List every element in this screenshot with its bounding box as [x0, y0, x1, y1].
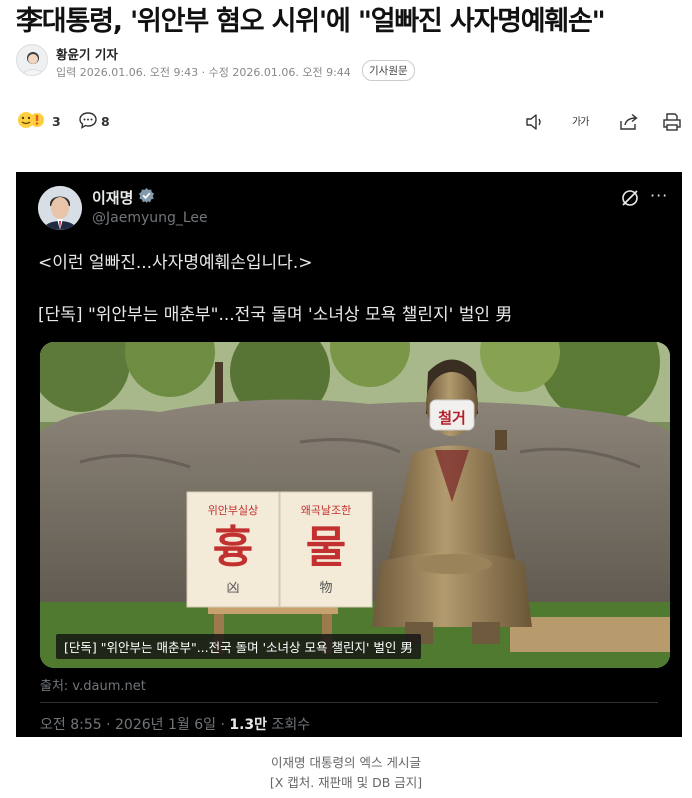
link-source[interactable]: 출처: v.daum.net — [40, 675, 146, 694]
reaction-button[interactable]: 3 — [16, 110, 61, 133]
verified-badge-icon — [138, 187, 155, 208]
tweet-author-name[interactable]: 이재명 — [92, 187, 155, 208]
tweet-meta: 오전 8:55 · 2026년 1월 6일 · 1.3만 조회수 — [40, 717, 311, 733]
sign-right-big: 물 — [306, 522, 346, 573]
tweet-author-handle[interactable]: @Jaemyung_Lee — [92, 210, 208, 226]
original-article-button[interactable]: 기사원문 — [362, 60, 415, 81]
more-options-icon[interactable]: ··· — [650, 186, 668, 205]
image-caption-line1: 이재명 대통령의 엑스 게시글 — [271, 755, 421, 770]
tweet-link-card-image[interactable]: 위안부실상 흉 凶 왜곡날조한 물 物 철거 [단독] "위안부는 매춘부"..… — [40, 342, 670, 668]
sign-left-hanja: 凶 — [226, 581, 239, 596]
comment-count: 8 — [101, 114, 110, 129]
tweet-date[interactable]: 2026년 1월 6일 — [115, 717, 216, 733]
share-icon[interactable] — [618, 112, 640, 136]
reporter-avatar[interactable] — [16, 44, 48, 76]
font-size-label: 가가 — [572, 117, 589, 128]
sign-left-top: 위안부실상 — [208, 504, 259, 517]
image-caption-bar: [단독] "위안부는 매춘부"...전국 돌며 '소녀상 모욕 챌린지' 벌인 … — [56, 634, 421, 659]
divider — [40, 702, 658, 703]
tweet-time[interactable]: 오전 8:55 — [40, 717, 102, 733]
reaction-count: 3 — [52, 114, 61, 129]
tweet-text-line1: <이런 얼빠진...사자명예훼손입니다.> — [38, 253, 313, 273]
tweet-text-line2: [단독] "위안부는 매춘부"...전국 돌며 '소녀상 모욕 챌린지' 벌인 … — [38, 305, 513, 325]
article-headline: 李대통령, '위안부 혐오 시위'에 "얼빠진 사자명예훼손" — [16, 6, 606, 37]
byline: 황윤기 기자 입력 2026.01.06. 오전 9:43 · 수정 2026.… — [16, 44, 676, 84]
font-size-icon[interactable]: 가가 — [572, 113, 589, 129]
sign-right-top: 왜곡날조한 — [301, 504, 352, 517]
tweet-views-label: 조회수 — [271, 717, 311, 733]
image-caption-line2: [X 캡처. 재판매 및 DB 금지] — [269, 775, 423, 790]
comment-button[interactable]: 8 — [78, 110, 110, 133]
article-action-bar: 3 8 가가 — [16, 110, 684, 136]
embedded-x-post[interactable]: 이재명 @Jaemyung_Lee ··· <이런 얼빠진...사자명예훼손입니… — [16, 172, 682, 737]
comment-icon — [78, 110, 98, 133]
tweet-author-avatar[interactable] — [38, 186, 82, 230]
grok-icon[interactable] — [620, 188, 640, 212]
article-dates: 입력 2026.01.06. 오전 9:43 · 수정 2026.01.06. … — [56, 66, 351, 79]
sign-left-big: 흉 — [213, 522, 253, 573]
mask-text: 철거 — [438, 409, 466, 427]
tweet-views: 1.3만 — [229, 717, 268, 733]
print-icon[interactable] — [662, 112, 682, 136]
sign-right-hanja: 物 — [319, 581, 332, 596]
tweet-author-name-text: 이재명 — [92, 189, 134, 207]
reaction-emoji-icon — [16, 110, 48, 133]
audio-icon[interactable] — [524, 112, 546, 136]
reporter-name[interactable]: 황윤기 기자 — [56, 44, 118, 63]
